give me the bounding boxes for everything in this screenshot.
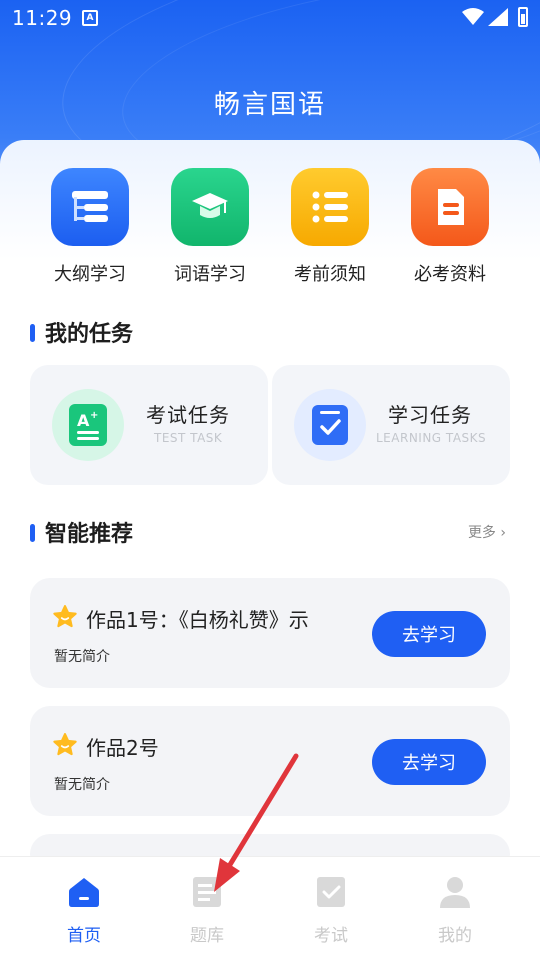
task-name: 考试任务: [146, 403, 230, 427]
learning-task-card[interactable]: 学习任务 LEARNING TASKS: [272, 365, 510, 485]
svg-text:A: A: [77, 411, 90, 430]
card-title: 作品2号: [86, 736, 159, 760]
exam-task-icon: A +: [52, 389, 124, 461]
task-name: 学习任务: [388, 403, 472, 427]
section-title-recommend: 智能推荐: [30, 516, 133, 548]
exam-icon: [317, 877, 345, 907]
recommend-card[interactable]: 作品1号：《白杨礼赞》示 暂无简介 去学习: [30, 578, 510, 688]
star-icon: [53, 605, 77, 628]
recommend-card[interactable]: 作品2号 暂无简介 去学习: [30, 706, 510, 816]
quick-label: 大纲学习: [54, 264, 126, 285]
tab-exam[interactable]: 考试: [281, 875, 381, 946]
tab-label: 首页: [67, 926, 101, 946]
star-icon: [53, 733, 77, 756]
bottom-tab-bar: 首页 题库 考试 我的: [0, 856, 540, 960]
signal-icon: [488, 8, 508, 26]
quick-label: 必考资料: [414, 264, 486, 285]
page-title: 畅言国语: [213, 90, 326, 120]
quick-label: 考前须知: [294, 264, 366, 285]
quick-label: 词语学习: [174, 264, 246, 285]
task-subtitle: LEARNING TASKS: [376, 431, 487, 445]
profile-icon: [440, 877, 470, 908]
quick-word-study[interactable]: 词语学习: [150, 168, 270, 288]
a-icon: A: [82, 10, 98, 26]
quick-exam-notice[interactable]: 考前须知: [270, 168, 390, 288]
tab-profile[interactable]: 我的: [405, 875, 505, 946]
status-time: 11:29: [12, 6, 73, 30]
list-icon: [291, 168, 369, 246]
section-marker: [30, 524, 35, 542]
go-study-button[interactable]: 去学习: [372, 739, 486, 785]
graduation-cap-icon: [171, 168, 249, 246]
battery-icon: [518, 7, 528, 27]
go-study-button[interactable]: 去学习: [372, 611, 486, 657]
card-title: 作品1号：《白杨礼赞》示: [86, 608, 309, 632]
exam-task-card[interactable]: A + 考试任务 TEST TASK: [30, 365, 268, 485]
question-bank-icon: [193, 877, 221, 907]
tab-label: 题库: [190, 926, 224, 946]
outline-icon: [51, 168, 129, 246]
learning-task-icon: [294, 389, 366, 461]
status-bar: 11:29 A: [0, 0, 540, 36]
quick-outline-study[interactable]: 大纲学习: [30, 168, 150, 288]
tab-label: 我的: [438, 926, 472, 946]
document-icon: [411, 168, 489, 246]
section-marker: [30, 324, 35, 342]
home-icon: [69, 878, 99, 907]
more-link[interactable]: 更多 ›: [468, 522, 506, 542]
card-description: 暂无简介: [54, 777, 110, 793]
section-title-my-tasks: 我的任务: [30, 316, 133, 348]
tab-home[interactable]: 首页: [34, 875, 134, 946]
tab-label: 考试: [314, 926, 348, 946]
card-description: 暂无简介: [54, 649, 110, 665]
chevron-right-icon: ›: [495, 525, 506, 541]
quick-menu: 大纲学习 词语学习 考前须知 必考资料: [0, 168, 540, 288]
quick-required-materials[interactable]: 必考资料: [390, 168, 510, 288]
wifi-icon: [462, 8, 484, 25]
tab-question-bank[interactable]: 题库: [157, 875, 257, 946]
task-subtitle: TEST TASK: [154, 431, 223, 445]
svg-text:+: +: [90, 410, 98, 421]
